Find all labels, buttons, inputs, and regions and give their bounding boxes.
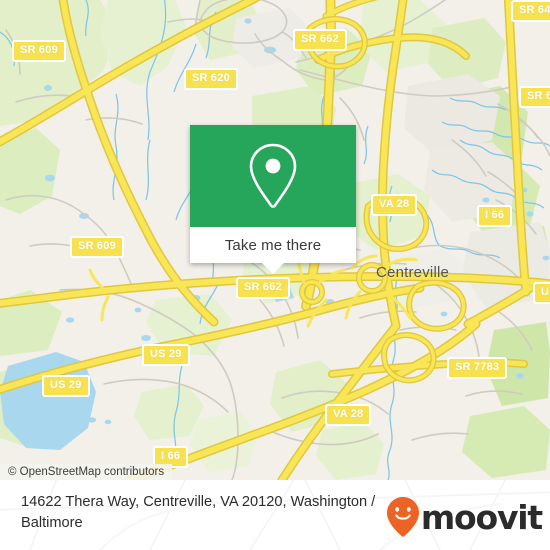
road-shield-sr6: SR 6 (519, 86, 550, 108)
road-shield-sr620: SR 620 (184, 68, 238, 90)
moovit-wordmark: moovit (420, 497, 543, 537)
popup-tail-arrow (262, 263, 284, 274)
road-shield-sr662-north: SR 662 (293, 29, 347, 51)
road-shield-sr609-north: SR 609 (12, 40, 66, 62)
map-canvas[interactable]: Centreville SR 609 SR 620 SR 662 SR 645 … (0, 0, 550, 480)
road-shield-va28-south: VA 28 (325, 404, 372, 426)
footer-bar: 14622 Thera Way, Centreville, VA 20120, … (0, 480, 550, 550)
road-shield-us29-center: US 29 (142, 344, 190, 366)
take-me-there-popup[interactable]: Take me there (190, 125, 356, 274)
map-screenshot: Centreville SR 609 SR 620 SR 662 SR 645 … (0, 0, 550, 550)
popup-action-bar[interactable]: Take me there (190, 227, 356, 274)
road-shield-sr7783: SR 7783 (447, 357, 508, 379)
osm-attribution[interactable]: © OpenStreetMap contributors (0, 464, 173, 480)
popup-pin-panel (190, 125, 356, 227)
address-label: 14622 Thera Way, Centreville, VA 20120, … (21, 494, 376, 531)
road-shield-i66-east: I 66 (477, 205, 513, 227)
road-shield-us-right: US (533, 282, 550, 304)
road-shield-sr645: SR 645 (511, 0, 550, 22)
road-shield-us29-west: US 29 (42, 375, 90, 397)
moovit-brand[interactable]: moovit (386, 496, 543, 538)
take-me-there-label: Take me there (224, 236, 322, 254)
place-label-centreville: Centreville (376, 264, 450, 281)
road-shield-sr662-south: SR 662 (236, 277, 290, 299)
moovit-smiley-pin-icon (386, 497, 419, 537)
location-pin-icon (249, 143, 297, 208)
road-shield-sr609-south: SR 609 (70, 236, 124, 258)
road-shield-va28-north: VA 28 (371, 194, 418, 216)
